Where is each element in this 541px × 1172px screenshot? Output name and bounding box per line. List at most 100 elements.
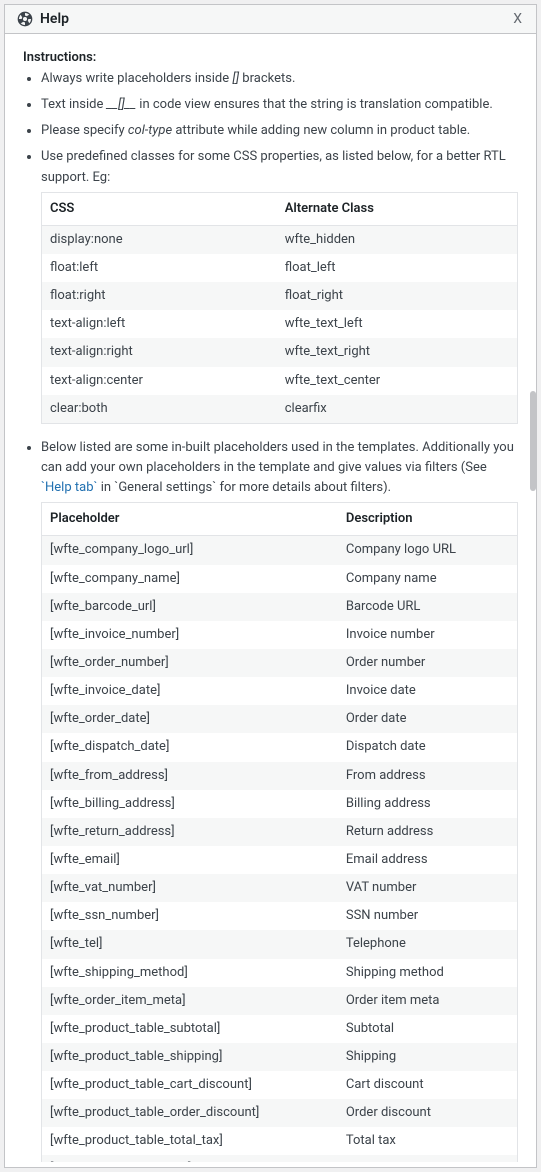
table-row: [wfte_product_table_shipping]Shipping [42, 1043, 518, 1071]
placeholder-cell: [wfte_product_table_shipping] [42, 1043, 338, 1071]
em: __[]__ [107, 97, 136, 112]
alt-class-cell: wfte_text_left [277, 310, 518, 338]
css-cell: float:left [42, 254, 277, 282]
css-cell: clear:both [42, 395, 277, 424]
table-row: display:nonewfte_hidden [42, 225, 518, 254]
table-row: clear:bothclearfix [42, 395, 518, 424]
description-cell: Shipping [338, 1043, 518, 1071]
table-row: [wfte_company_logo_url]Company logo URL [42, 536, 518, 565]
text: in code view ensures that the string is … [136, 97, 493, 112]
table-row: [wfte_shipping_method]Shipping method [42, 959, 518, 987]
placeholder-cell: [wfte_product_table_fee] [42, 1155, 338, 1162]
placeholder-cell: [wfte_company_logo_url] [42, 536, 338, 565]
alt-class-cell: clearfix [277, 395, 518, 424]
placeholder-table-header-desc: Description [338, 503, 518, 536]
description-cell: Subtotal [338, 1015, 518, 1043]
panel-header: Help X [5, 5, 536, 34]
table-row: [wfte_from_address]From address [42, 762, 518, 790]
placeholder-cell: [wfte_company_name] [42, 565, 338, 593]
placeholder-table-header-ph: Placeholder [42, 503, 338, 536]
description-cell: Telephone [338, 930, 518, 958]
placeholder-cell: [wfte_barcode_url] [42, 593, 338, 621]
placeholder-cell: [wfte_product_table_order_discount] [42, 1099, 338, 1127]
help-tab-link[interactable]: `Help tab` [41, 480, 98, 495]
instruction-item: Please specify col-type attribute while … [41, 121, 518, 141]
css-cell: text-align:right [42, 338, 277, 366]
description-cell: Shipping method [338, 959, 518, 987]
description-cell: Invoice date [338, 677, 518, 705]
description-cell: VAT number [338, 874, 518, 902]
alt-class-cell: float_left [277, 254, 518, 282]
table-row: [wfte_product_table_order_discount]Order… [42, 1099, 518, 1127]
css-table-header-css: CSS [42, 192, 277, 225]
table-row: [wfte_invoice_number]Invoice number [42, 621, 518, 649]
panel-title: Help [40, 11, 69, 27]
placeholder-cell: [wfte_product_table_total_tax] [42, 1127, 338, 1155]
life-ring-icon [17, 11, 33, 27]
description-cell: Invoice number [338, 621, 518, 649]
table-row: [wfte_barcode_url]Barcode URL [42, 593, 518, 621]
css-cell: text-align:left [42, 310, 277, 338]
description-cell: SSN number [338, 902, 518, 930]
instruction-item: Always write placeholders inside [] brac… [41, 69, 518, 89]
description-cell: From address [338, 762, 518, 790]
description-cell: Fee [338, 1155, 518, 1162]
description-cell: Email address [338, 846, 518, 874]
placeholder-cell: [wfte_email] [42, 846, 338, 874]
table-row: [wfte_vat_number]VAT number [42, 874, 518, 902]
close-button[interactable]: X [511, 11, 524, 27]
alt-class-cell: float_right [277, 282, 518, 310]
table-row: float:leftfloat_left [42, 254, 518, 282]
placeholder-cell: [wfte_invoice_date] [42, 677, 338, 705]
description-cell: Order number [338, 649, 518, 677]
scrollbar-thumb[interactable] [530, 391, 536, 491]
text: Below listed are some in-built placehold… [41, 440, 514, 475]
description-cell: Order discount [338, 1099, 518, 1127]
text: attribute while adding new column in pro… [172, 123, 470, 138]
description-cell: Company logo URL [338, 536, 518, 565]
table-row: [wfte_product_table_cart_discount]Cart d… [42, 1071, 518, 1099]
instruction-list: Always write placeholders inside [] brac… [35, 69, 518, 424]
table-row: [wfte_product_table_fee]Fee [42, 1155, 518, 1162]
description-cell: Total tax [338, 1127, 518, 1155]
table-row: [wfte_invoice_date]Invoice date [42, 677, 518, 705]
table-row: [wfte_company_name]Company name [42, 565, 518, 593]
em: col-type [128, 123, 172, 138]
text: brackets. [239, 71, 295, 86]
description-cell: Return address [338, 818, 518, 846]
instructions-heading: Instructions: [23, 50, 518, 65]
table-row: text-align:centerwfte_text_center [42, 367, 518, 395]
instruction-item: Text inside __[]__ in code view ensures … [41, 95, 518, 115]
table-row: [wfte_dispatch_date]Dispatch date [42, 733, 518, 761]
table-row: [wfte_order_number]Order number [42, 649, 518, 677]
text: Text inside [41, 97, 107, 112]
text: Always write placeholders inside [41, 71, 232, 86]
placeholder-cell: [wfte_product_table_cart_discount] [42, 1071, 338, 1099]
css-table: CSS Alternate Class display:nonewfte_hid… [41, 192, 518, 424]
description-cell: Order item meta [338, 987, 518, 1015]
table-row: text-align:rightwfte_text_right [42, 338, 518, 366]
placeholder-list: Below listed are some in-built placehold… [35, 438, 518, 1162]
text: in `General settings` for more details a… [98, 480, 392, 495]
table-row: [wfte_return_address]Return address [42, 818, 518, 846]
placeholder-intro-item: Below listed are some in-built placehold… [41, 438, 518, 1162]
placeholder-cell: [wfte_order_number] [42, 649, 338, 677]
placeholder-cell: [wfte_ssn_number] [42, 902, 338, 930]
placeholder-cell: [wfte_shipping_method] [42, 959, 338, 987]
table-row: [wfte_product_table_total_tax]Total tax [42, 1127, 518, 1155]
placeholder-table: Placeholder Description [wfte_company_lo… [41, 502, 518, 1162]
placeholder-cell: [wfte_order_date] [42, 705, 338, 733]
table-row: [wfte_tel]Telephone [42, 930, 518, 958]
text: Use predefined classes for some CSS prop… [41, 149, 506, 184]
table-row: [wfte_ssn_number]SSN number [42, 902, 518, 930]
table-row: [wfte_email]Email address [42, 846, 518, 874]
css-cell: float:right [42, 282, 277, 310]
description-cell: Billing address [338, 790, 518, 818]
placeholder-cell: [wfte_return_address] [42, 818, 338, 846]
alt-class-cell: wfte_hidden [277, 225, 518, 254]
table-row: text-align:leftwfte_text_left [42, 310, 518, 338]
placeholder-cell: [wfte_invoice_number] [42, 621, 338, 649]
description-cell: Cart discount [338, 1071, 518, 1099]
placeholder-cell: [wfte_dispatch_date] [42, 733, 338, 761]
scrollbar-track[interactable] [530, 39, 536, 1167]
